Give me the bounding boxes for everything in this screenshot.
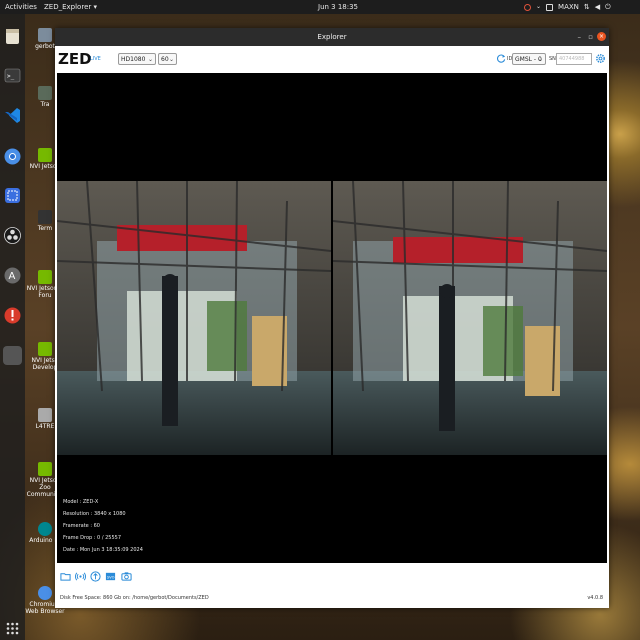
video-view[interactable]: Model : ZED-X Resolution : 3840 x 1080 F… <box>57 73 607 563</box>
chevron-down-icon: ⌄ <box>168 56 174 63</box>
disk-space-label: Disk Free Space: 860 Gb on: /home/gerbot… <box>60 595 209 601</box>
zed-explorer-icon[interactable] <box>3 346 22 365</box>
nvidia-logo-icon <box>38 148 52 162</box>
stream-icon[interactable] <box>75 571 86 582</box>
screenshot-tool-icon[interactable] <box>3 186 22 205</box>
svg-text:A: A <box>9 271 16 282</box>
chevron-down-icon: ⌄ <box>147 56 153 63</box>
gear-icon[interactable] <box>595 53 606 64</box>
info-date: Date : Mon Jun 3 18:35:09 2024 <box>63 547 143 553</box>
svg-text:>_: >_ <box>7 73 15 80</box>
folder-icon[interactable] <box>60 571 71 582</box>
resolution-value: HD1080 <box>121 56 146 63</box>
live-label: LIVE <box>90 56 101 62</box>
info-model: Model : ZED-X <box>63 499 99 505</box>
record-icon[interactable] <box>90 571 101 582</box>
power-mode-label[interactable]: MAXN <box>558 0 579 14</box>
dock: >_ A <box>0 14 25 640</box>
camera-snapshot-icon[interactable] <box>121 571 132 582</box>
trash-icon <box>38 86 52 100</box>
activities-button[interactable]: Activities <box>5 0 37 14</box>
sn-label: SN <box>549 56 556 62</box>
window-titlebar[interactable]: Explorer – ▫ × <box>55 28 609 46</box>
zed-logo: ZED <box>58 50 92 68</box>
chromium-icon <box>38 586 52 600</box>
right-camera-image <box>333 181 607 455</box>
nvidia-icon[interactable] <box>524 3 531 11</box>
nvidia-logo-icon <box>38 462 52 476</box>
svo-icon[interactable]: SVO <box>105 571 116 582</box>
clock[interactable]: Jun 3 18:35 <box>318 0 358 14</box>
close-button[interactable]: × <box>597 32 606 41</box>
document-icon <box>38 408 52 422</box>
left-camera-image <box>57 181 331 455</box>
refresh-icon[interactable] <box>497 54 506 63</box>
system-tray: ⌄ MAXN ⇅ ◀ ⏻ <box>524 0 611 14</box>
power-icon[interactable]: ⏻ <box>605 0 611 14</box>
bottom-bar: SVO Disk Free Space: 860 Gb on: /home/ge… <box>55 563 609 608</box>
zed-explorer-window: Explorer – ▫ × ZED LIVE HD1080 ⌄ 60 ⌄ ID… <box>55 28 609 608</box>
info-framerate: Framerate : 60 <box>63 523 100 529</box>
home-folder-icon <box>38 28 52 42</box>
error-report-icon[interactable] <box>3 306 22 325</box>
svg-text:SVO: SVO <box>107 575 115 579</box>
info-resolution: Resolution : 3840 x 1080 <box>63 511 126 517</box>
network-icon[interactable]: ⇅ <box>584 0 590 14</box>
serial-number-field[interactable]: 40744988 <box>556 53 592 65</box>
resolution-select[interactable]: HD1080 ⌄ <box>118 53 156 65</box>
minimize-button[interactable]: – <box>578 28 582 46</box>
terminal-icon <box>38 210 52 224</box>
vscode-icon[interactable] <box>3 106 22 125</box>
fps-select[interactable]: 60 ⌄ <box>158 53 177 65</box>
power-mode-icon[interactable] <box>546 3 554 11</box>
files-icon[interactable] <box>3 27 22 46</box>
window-title: Explorer <box>317 33 347 41</box>
camera-select[interactable]: GMSL - 0 ⌄ <box>512 53 546 65</box>
obs-icon[interactable] <box>3 226 22 245</box>
version-label: v4.0.8 <box>587 595 603 601</box>
app-menu[interactable]: ZED_Explorer ▾ <box>44 0 97 14</box>
chromium-icon[interactable] <box>3 147 22 166</box>
info-frame-drop: Frame Drop : 0 / 25557 <box>63 535 122 541</box>
volume-icon[interactable]: ◀ <box>595 0 600 14</box>
chevron-down-icon: ⌄ <box>537 56 543 63</box>
top-bar: Activities ZED_Explorer ▾ Jun 3 18:35 ⌄ … <box>0 0 640 14</box>
software-updater-icon[interactable]: A <box>3 266 22 285</box>
show-applications-icon[interactable] <box>3 619 22 638</box>
maximize-button[interactable]: ▫ <box>588 28 593 46</box>
nvidia-logo-icon <box>38 342 52 356</box>
nvidia-logo-icon <box>38 270 52 284</box>
fps-value: 60 <box>161 56 169 63</box>
arduino-icon <box>38 522 52 536</box>
chevron-down-icon[interactable]: ⌄ <box>536 0 541 14</box>
toolbar: ZED LIVE HD1080 ⌄ 60 ⌄ ID GMSL - 0 ⌄ SN … <box>55 46 609 72</box>
terminal-icon[interactable]: >_ <box>3 66 22 85</box>
